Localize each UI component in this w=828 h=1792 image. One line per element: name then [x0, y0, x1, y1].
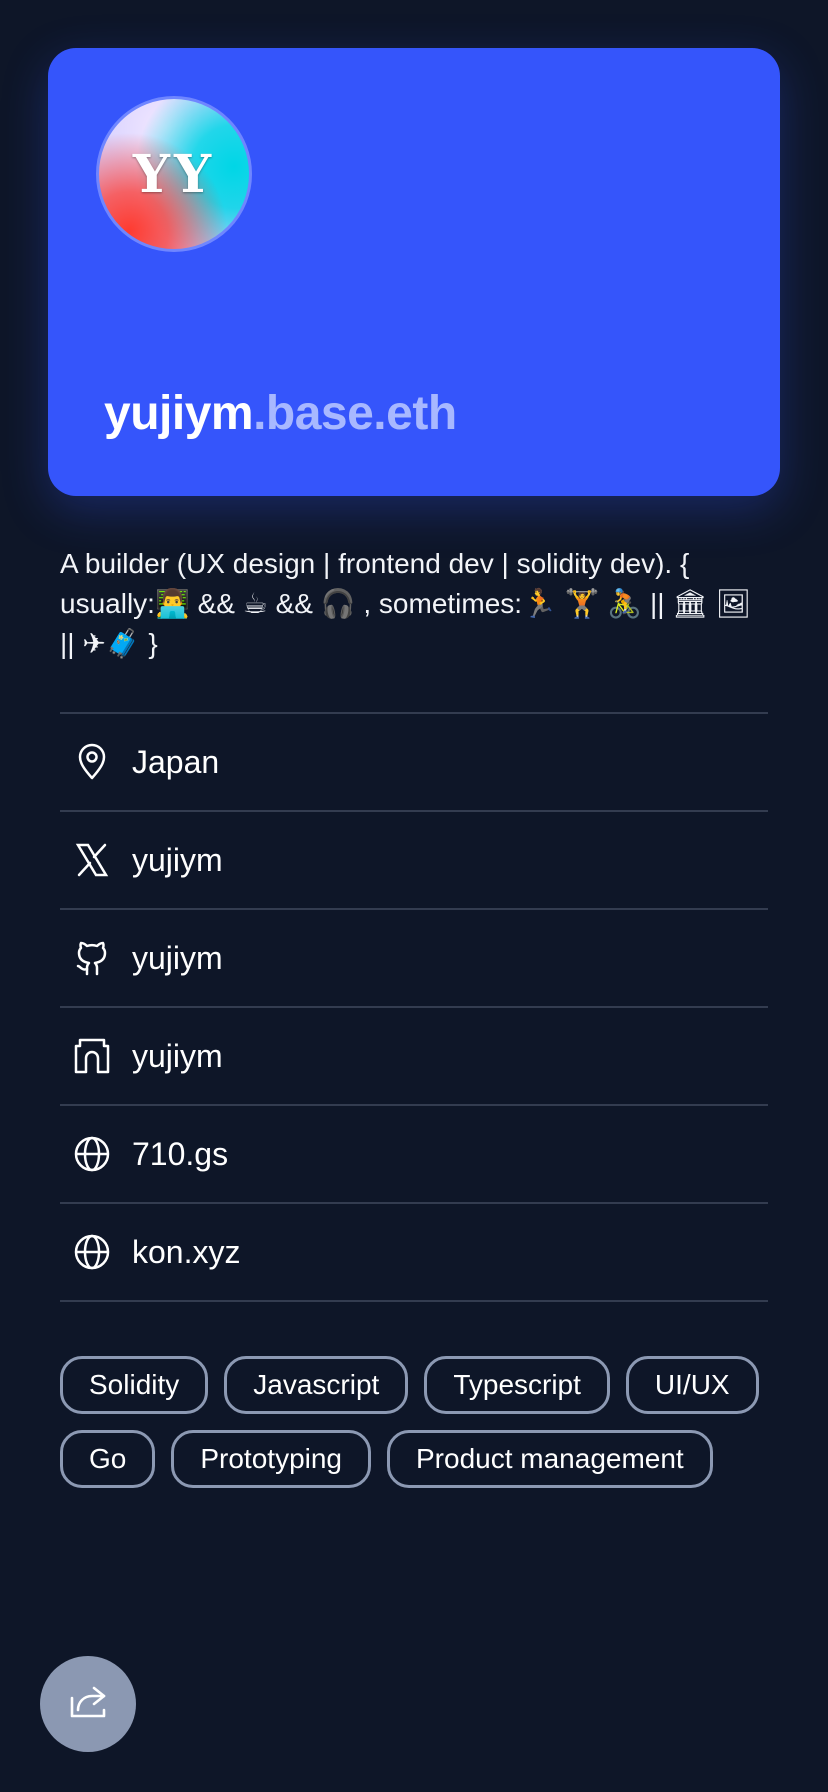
- link-label: 710.gs: [132, 1135, 229, 1172]
- username-suffix: .base.eth: [253, 387, 457, 440]
- avatar-initials: YY: [132, 143, 216, 205]
- tag-product-management[interactable]: Product management: [387, 1430, 713, 1488]
- link-x[interactable]: yujiym: [60, 812, 768, 910]
- location-pin-icon: [72, 742, 112, 782]
- link-label: yujiym: [132, 841, 223, 878]
- github-icon: [72, 938, 112, 978]
- globe-icon: [72, 1232, 112, 1272]
- username: yujiym: [104, 387, 254, 440]
- farcaster-icon: [72, 1036, 112, 1076]
- link-location[interactable]: Japan: [60, 714, 768, 812]
- globe-icon: [72, 1134, 112, 1174]
- avatar: YY: [96, 96, 252, 252]
- profile-name: yujiym.base.eth: [104, 386, 457, 441]
- link-website-710gs[interactable]: 710.gs: [60, 1106, 768, 1204]
- tag-ui-ux[interactable]: UI/UX: [625, 1356, 759, 1414]
- share-button[interactable]: [40, 1656, 136, 1752]
- link-label: yujiym: [132, 1037, 223, 1074]
- link-website-kon[interactable]: kon.xyz: [60, 1204, 768, 1302]
- x-logo-icon: [72, 840, 112, 880]
- link-label: kon.xyz: [132, 1233, 241, 1270]
- link-label: yujiym: [132, 939, 223, 976]
- link-github[interactable]: yujiym: [60, 910, 768, 1008]
- profile-card: YY yujiym.base.eth: [48, 48, 780, 496]
- link-list: Japan yujiym yujiym yujiym 710.gs kon.xy…: [60, 712, 768, 1302]
- tag-prototyping[interactable]: Prototyping: [171, 1430, 371, 1488]
- link-farcaster[interactable]: yujiym: [60, 1008, 768, 1106]
- tag-javascript[interactable]: Javascript: [224, 1356, 409, 1414]
- tag-go[interactable]: Go: [60, 1430, 156, 1488]
- bio: A builder (UX design | frontend dev | so…: [60, 548, 752, 659]
- tag-solidity[interactable]: Solidity: [60, 1356, 209, 1414]
- skill-tags: Solidity Javascript Typescript UI/UX Go …: [60, 1356, 760, 1488]
- link-label: Japan: [132, 743, 220, 780]
- tag-typescript[interactable]: Typescript: [424, 1356, 610, 1414]
- share-icon: [66, 1680, 110, 1729]
